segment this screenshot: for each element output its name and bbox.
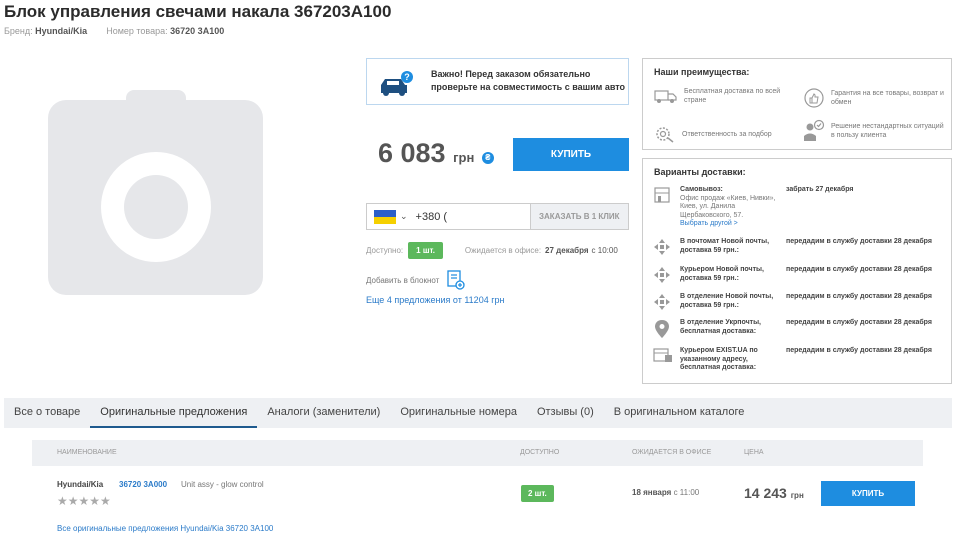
- delivery-name: Курьером EXIST.UA по указанному адресу, …: [680, 347, 758, 371]
- tab-original-numbers[interactable]: Оригинальные номера: [390, 398, 527, 428]
- price-info-icon[interactable]: ₴: [481, 152, 494, 164]
- advantage-text: Гарантия на все товары, возврат и обмен: [831, 90, 944, 106]
- nova-poshta-icon: [654, 294, 670, 310]
- row-buy-button[interactable]: КУПИТЬ: [821, 481, 915, 506]
- brand-label: Бренд:: [4, 26, 33, 36]
- delivery-name: В почтомат Новой почты, доставка 59 грн.…: [680, 238, 770, 254]
- header-available: ДОСТУПНО: [520, 449, 560, 456]
- price-value: 6 083: [378, 138, 446, 168]
- store-icon: [654, 187, 670, 203]
- delivery-when: передадим в службу доставки 28 декабря: [786, 319, 932, 326]
- advantage-warranty: Гарантия на все товары, возврат и обмен: [803, 87, 948, 109]
- tab-original-offers[interactable]: Оригинальные предложения: [90, 398, 258, 428]
- row-price: 14 243 грн: [744, 485, 804, 501]
- row-eta-time: с 11:00: [673, 488, 700, 497]
- delivery-name: В отделение Новой почты, доставка 59 грн…: [680, 293, 774, 309]
- tab-original-catalog[interactable]: В оригинальном каталоге: [604, 398, 755, 428]
- advantage-text: Ответственность за подбор: [682, 130, 772, 138]
- compat-line-2: проверьте на совместимость с вашим авто: [431, 82, 626, 92]
- advantage-responsibility: Ответственность за подбор: [654, 123, 794, 145]
- nova-poshta-icon: [654, 267, 670, 283]
- row-brand: Hyundai/Kia: [57, 480, 104, 489]
- delivery-title: Варианты доставки:: [654, 167, 746, 177]
- advantage-free-delivery: Бесплатная доставка по всей стране: [654, 87, 794, 105]
- page-title: Блок управления свечами накала 367203A10…: [4, 2, 392, 21]
- choose-other-link[interactable]: Выбрать другой >: [680, 220, 780, 229]
- person-check-icon: [804, 119, 825, 141]
- advantages-title: Наши преимущества:: [654, 67, 750, 77]
- compatibility-notice[interactable]: ? Важно! Перед заказом обязательно прове…: [366, 58, 629, 105]
- svg-text:?: ?: [404, 72, 410, 82]
- rating-stars: ★★★★★: [57, 494, 111, 508]
- more-offers-link[interactable]: Еще 4 предложения от 11204 грн: [366, 295, 504, 305]
- all-original-offers-link[interactable]: Все оригинальные предложения Hyundai/Kia…: [57, 524, 273, 533]
- delivery-name: Самовывоз:: [680, 186, 723, 193]
- table-row: Hyundai/Kia 36720 3A000 Unit assy - glow…: [32, 472, 923, 520]
- map-pin-icon: [655, 320, 669, 338]
- ukraine-flag-icon[interactable]: [374, 210, 396, 224]
- header-expected: ОЖИДАЕТСЯ В ОФИСЕ: [632, 449, 712, 456]
- pickup-address: Офис продаж «Киев, Нивки», Киев, ул. Дан…: [680, 194, 776, 219]
- notebook-add-icon: [447, 270, 465, 290]
- order-one-click-button[interactable]: ЗАКАЗАТЬ В 1 КЛИК: [529, 204, 628, 229]
- courier-box-icon: [653, 348, 672, 362]
- row-description: Unit assy - glow control: [181, 480, 264, 489]
- available-qty-badge: 1 шт.: [408, 242, 443, 259]
- expected-date: 27 декабря: [545, 246, 589, 255]
- price-currency: грн: [453, 150, 475, 165]
- row-price-value: 14 243: [744, 485, 787, 501]
- tab-analogs[interactable]: Аналоги (заменители): [257, 398, 390, 428]
- row-part-number-link[interactable]: 36720 3A000: [119, 480, 167, 489]
- row-qty-badge: 2 шт.: [521, 485, 554, 502]
- product-tabs: Все о товаре Оригинальные предложения Ан…: [4, 398, 952, 428]
- row-price-currency: грн: [790, 491, 804, 500]
- availability: Доступно: 1 шт. Ожидается в офисе: 27 де…: [366, 242, 618, 259]
- one-click-order: ⌄ ЗАКАЗАТЬ В 1 КЛИК: [366, 203, 629, 230]
- product-meta: Бренд: Hyundai/Kia Номер товара: 36720 3…: [4, 26, 224, 36]
- number-label: Номер товара:: [106, 26, 168, 36]
- buy-button[interactable]: КУПИТЬ: [513, 138, 629, 171]
- add-to-notebook[interactable]: Добавить в блокнот: [366, 270, 465, 290]
- tab-reviews[interactable]: Отзывы (0): [527, 398, 604, 428]
- advantages-panel: Наши преимущества: Бесплатная доставка п…: [642, 58, 952, 150]
- thumbs-up-icon: [804, 88, 824, 108]
- tab-about[interactable]: Все о товаре: [4, 398, 90, 428]
- offers-table-header: НАИМЕНОВАНИЕ ДОСТУПНО ОЖИДАЕТСЯ В ОФИСЕ …: [32, 440, 923, 466]
- advantage-support: Решение нестандартных ситуаций в пользу …: [803, 119, 948, 143]
- delivery-when: передадим в службу доставки 28 декабря: [786, 293, 932, 300]
- delivery-option-pickup: Самовывоз: Офис продаж «Киев, Нивки», Ки…: [653, 186, 943, 234]
- header-price: ЦЕНА: [744, 449, 764, 456]
- notebook-label: Добавить в блокнот: [366, 275, 440, 285]
- header-name: НАИМЕНОВАНИЕ: [57, 449, 117, 456]
- nova-poshta-icon: [654, 239, 670, 255]
- expected-time: с 10:00: [591, 246, 618, 255]
- delivery-panel: Варианты доставки: Самовывоз: Офис прода…: [642, 158, 952, 384]
- delivery-name: Курьером Новой почты, доставка 59 грн.:: [680, 266, 764, 282]
- row-eta: 18 января с 11:00: [632, 488, 699, 497]
- truck-icon: [654, 90, 677, 103]
- car-question-icon: ?: [381, 71, 413, 96]
- number-value: 36720 3A100: [170, 26, 225, 36]
- row-eta-date: 18 января: [632, 488, 672, 497]
- advantage-text: Бесплатная доставка по всей стране: [684, 88, 781, 104]
- delivery-name: В отделение Укрпочты, бесплатная доставк…: [680, 319, 762, 335]
- phone-input[interactable]: [411, 204, 530, 229]
- available-label: Доступно:: [366, 246, 404, 255]
- expected-label: Ожидается в офисе:: [464, 246, 542, 255]
- delivery-when: передадим в службу доставки 28 декабря: [786, 347, 932, 354]
- delivery-when: передадим в службу доставки 28 декабря: [786, 238, 932, 245]
- delivery-when: забрать 27 декабря: [786, 186, 854, 193]
- compat-line-1: Важно! Перед заказом обязательно: [431, 69, 591, 79]
- brand-value: Hyundai/Kia: [35, 26, 88, 36]
- product-photo-placeholder: [48, 90, 263, 295]
- delivery-when: передадим в службу доставки 28 декабря: [786, 266, 932, 273]
- product-price: 6 083 грн ₴: [378, 138, 494, 169]
- advantage-text: Решение нестандартных ситуаций в пользу …: [831, 123, 944, 139]
- gear-search-icon: [656, 127, 674, 143]
- chevron-down-icon[interactable]: ⌄: [400, 211, 408, 229]
